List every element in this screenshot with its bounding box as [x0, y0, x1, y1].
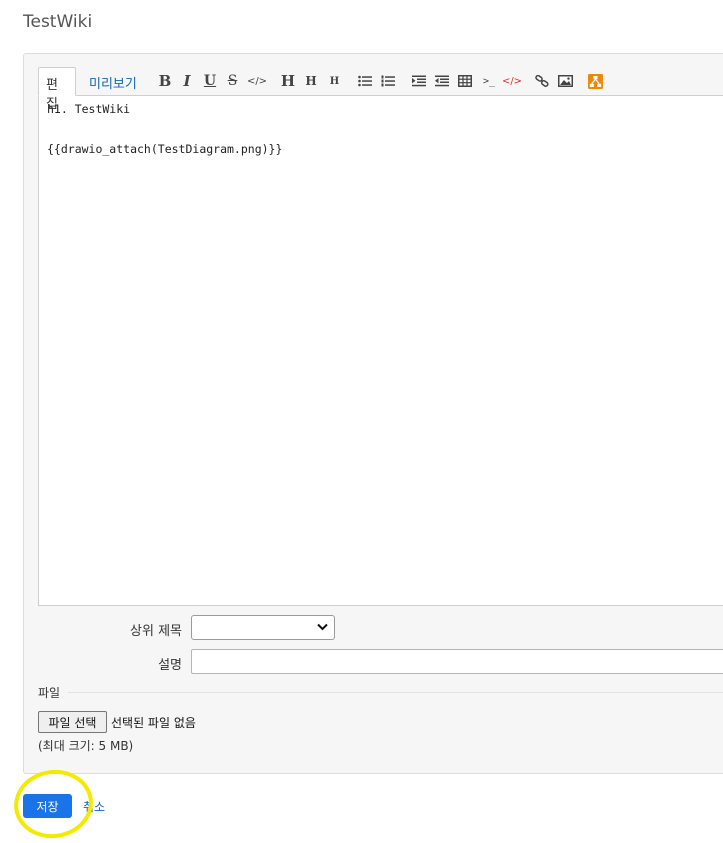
unordered-list-button[interactable] — [358, 72, 372, 90]
drawio-icon — [588, 73, 603, 89]
save-button[interactable]: 저장 — [23, 794, 72, 818]
image-button[interactable] — [558, 72, 573, 90]
table-button[interactable] — [458, 72, 472, 90]
indent-icon — [412, 75, 426, 87]
outdent-icon — [435, 75, 449, 87]
editor-line: h1. TestWiki — [47, 102, 131, 116]
italic-button[interactable]: I — [181, 72, 193, 90]
ordered-list-icon — [381, 75, 395, 87]
cancel-link[interactable]: 취소 — [83, 798, 105, 815]
link-button[interactable] — [535, 72, 549, 90]
heading-1-button[interactable]: H — [281, 72, 295, 90]
max-size-note: (최대 크기: 5 MB) — [38, 739, 134, 753]
files-divider — [68, 692, 723, 693]
outdent-button[interactable] — [435, 72, 449, 90]
strikethrough-button[interactable]: S — [226, 72, 239, 90]
unordered-list-icon — [358, 75, 372, 87]
link-icon — [535, 75, 549, 87]
page-title: TestWiki — [23, 12, 93, 32]
wiki-toolbar: 편집 미리보기 B I U S </> H H H >_ </> — [38, 66, 723, 112]
inline-code-button[interactable]: </> — [247, 72, 267, 90]
tab-edit[interactable]: 편집 — [38, 67, 76, 112]
files-legend: 파일 — [38, 686, 61, 700]
image-icon — [558, 75, 573, 87]
preformatted-button[interactable]: >_ — [482, 72, 496, 90]
wiki-content-editor[interactable]: h1. TestWiki {{drawio_attach(TestDiagram… — [38, 95, 723, 606]
description-label: 설명 — [158, 658, 182, 673]
highlighted-code-button[interactable]: </> — [502, 72, 522, 90]
heading-3-button[interactable]: H — [329, 72, 340, 90]
underline-button[interactable]: U — [203, 72, 217, 90]
chevron-down-icon — [317, 623, 328, 631]
parent-title-label: 상위 제목 — [130, 624, 182, 639]
choose-file-button[interactable]: 파일 선택 — [38, 711, 107, 733]
file-status: 선택된 파일 없음 — [111, 716, 196, 730]
editor-line: {{drawio_attach(TestDiagram.png)}} — [47, 142, 283, 156]
indent-button[interactable] — [412, 72, 426, 90]
parent-title-select[interactable] — [191, 615, 335, 640]
table-icon — [458, 75, 472, 87]
ordered-list-button[interactable] — [381, 72, 395, 90]
bold-button[interactable]: B — [158, 72, 172, 90]
drawio-button[interactable] — [588, 72, 603, 90]
description-input[interactable] — [191, 649, 723, 674]
tab-preview[interactable]: 미리보기 — [82, 67, 144, 96]
heading-2-button[interactable]: H — [305, 72, 317, 90]
